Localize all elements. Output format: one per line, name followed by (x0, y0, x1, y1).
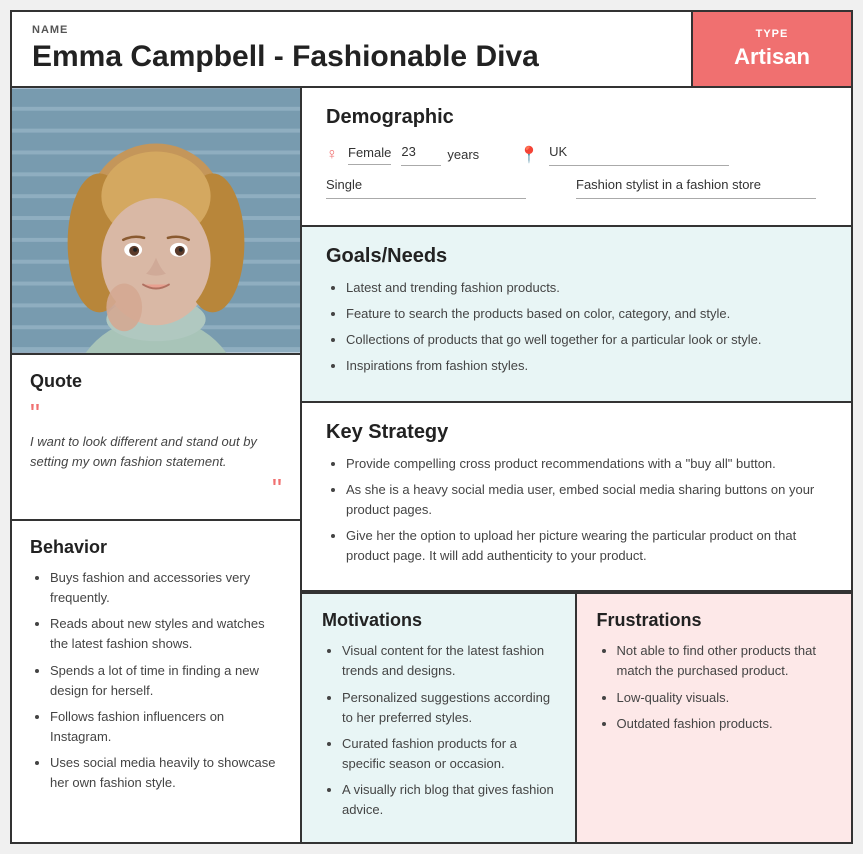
quote-open-icon: " (30, 400, 282, 428)
key-strategy-section: Key Strategy Provide compelling cross pr… (302, 403, 851, 593)
list-item: Personalized suggestions according to he… (342, 688, 555, 728)
list-item: Give her the option to upload her pictur… (346, 526, 827, 566)
gender-icon: ♀ (326, 146, 338, 164)
occupation-field: Fashion stylist in a fashion store (576, 176, 816, 199)
left-column: Quote " I want to look different and sta… (12, 88, 302, 842)
header-type-block: TYPE Artisan (691, 12, 851, 86)
header: NAME Emma Campbell - Fashionable Diva TY… (12, 12, 851, 88)
list-item: Spends a lot of time in finding a new de… (50, 661, 282, 701)
age-field: 23 (401, 143, 441, 166)
gender-value: Female (348, 145, 391, 160)
goals-section: Goals/Needs Latest and trending fashion … (302, 227, 851, 403)
frustrations-title: Frustrations (597, 610, 832, 631)
list-item: Inspirations from fashion styles. (346, 356, 827, 376)
motivations-section: Motivations Visual content for the lates… (302, 594, 577, 842)
list-item: Visual content for the latest fashion tr… (342, 641, 555, 681)
list-item: Collections of products that go well tog… (346, 330, 827, 350)
list-item: As she is a heavy social media user, emb… (346, 480, 827, 520)
name-label: NAME (32, 24, 671, 36)
quote-title: Quote (30, 371, 282, 392)
goals-title: Goals/Needs (326, 245, 827, 268)
quote-section: Quote " I want to look different and sta… (12, 353, 300, 521)
frustrations-section: Frustrations Not able to find other prod… (577, 594, 852, 842)
list-item: Low-quality visuals. (617, 688, 832, 708)
demo-row-2: Single Fashion stylist in a fashion stor… (326, 176, 827, 199)
list-item: Provide compelling cross product recomme… (346, 454, 827, 474)
age-group: 23 years (401, 143, 479, 166)
keystrategy-list: Provide compelling cross product recomme… (326, 454, 827, 567)
quote-close-icon: " (30, 475, 282, 503)
right-column: Demographic ♀ Female 23 years 📍 UK (302, 88, 851, 842)
goals-list: Latest and trending fashion products. Fe… (326, 278, 827, 377)
behavior-title: Behavior (30, 537, 282, 558)
demo-row-1: ♀ Female 23 years 📍 UK (326, 143, 827, 166)
behavior-list: Buys fashion and accessories very freque… (30, 568, 282, 793)
header-name-block: NAME Emma Campbell - Fashionable Diva (12, 12, 691, 86)
gender-field: Female (348, 145, 391, 165)
type-label: TYPE (756, 28, 789, 40)
list-item: Follows fashion influencers on Instagram… (50, 707, 282, 747)
persona-name: Emma Campbell - Fashionable Diva (32, 40, 671, 74)
list-item: Buys fashion and accessories very freque… (50, 568, 282, 608)
occupation-value: Fashion stylist in a fashion store (576, 177, 761, 192)
location-value: UK (549, 144, 567, 159)
list-item: Latest and trending fashion products. (346, 278, 827, 298)
list-item: Uses social media heavily to showcase he… (50, 753, 282, 793)
age-value: 23 (401, 144, 415, 159)
quote-text: I want to look different and stand out b… (30, 432, 282, 471)
list-item: Outdated fashion products. (617, 714, 832, 734)
location-field: UK (549, 143, 729, 166)
list-item: Not able to find other products that mat… (617, 641, 832, 681)
age-unit: years (447, 147, 479, 162)
demographic-title: Demographic (326, 106, 827, 129)
list-item: A visually rich blog that gives fashion … (342, 780, 555, 820)
demographic-section: Demographic ♀ Female 23 years 📍 UK (302, 88, 851, 227)
profile-photo (12, 88, 300, 353)
list-item: Curated fashion products for a specific … (342, 734, 555, 774)
status-field: Single (326, 176, 526, 199)
behavior-section: Behavior Buys fashion and accessories ve… (12, 521, 300, 842)
frustrations-list: Not able to find other products that mat… (597, 641, 832, 734)
persona-card: NAME Emma Campbell - Fashionable Diva TY… (10, 10, 853, 844)
list-item: Feature to search the products based on … (346, 304, 827, 324)
motivations-list: Visual content for the latest fashion tr… (322, 641, 555, 820)
type-value: Artisan (734, 44, 810, 70)
location-icon: 📍 (519, 145, 539, 165)
status-value: Single (326, 177, 362, 192)
motivations-title: Motivations (322, 610, 555, 631)
bottom-panels: Motivations Visual content for the lates… (302, 592, 851, 842)
keystrategy-title: Key Strategy (326, 421, 827, 444)
list-item: Reads about new styles and watches the l… (50, 614, 282, 654)
